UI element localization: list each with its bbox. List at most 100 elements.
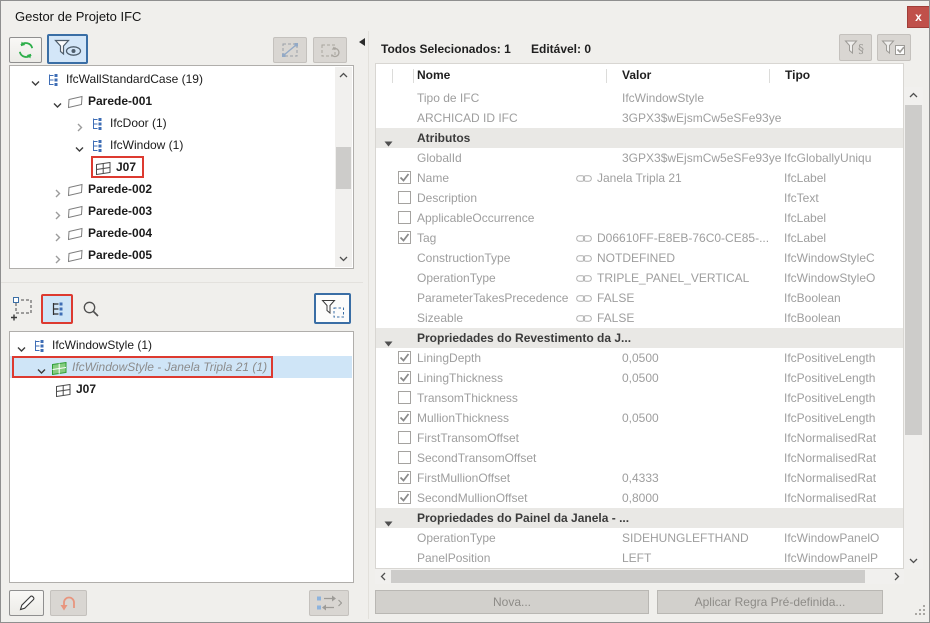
chevron-down-icon[interactable] [36, 362, 47, 374]
new-property-button[interactable]: Nova... [375, 590, 649, 614]
property-name: Sizeable [417, 311, 464, 325]
property-secondmullionoffset[interactable]: SecondMullionOffset 0,8000 IfcNormalisedRa… [376, 488, 903, 508]
property-tag[interactable]: Tag D06610FF-E8EB-76C0-CE85-... IfcLabel [376, 228, 903, 248]
property-name: OperationType [417, 531, 496, 545]
property-secondtransomoffset[interactable]: SecondTransomOffset IfcNormalisedRat [376, 448, 903, 468]
chevron-right-icon[interactable] [74, 118, 85, 132]
checkbox-unchecked[interactable] [398, 451, 411, 464]
chevron-right-icon[interactable] [52, 228, 63, 242]
filter-marquee-button[interactable] [314, 293, 351, 324]
tree-item-parede-002[interactable]: Parede-002 [10, 178, 335, 200]
property-name[interactable]: Name Janela Tripla 21 IfcLabel [376, 168, 903, 188]
property-firsttransomoffset[interactable]: FirstTransomOffset IfcNormalisedRat [376, 428, 903, 448]
tree-item-ifcwindowstyle-1[interactable]: IfcWindowStyle (1) [10, 334, 352, 356]
property-archicad-id-ifc[interactable]: ARCHICAD ID IFC 3GPX3$wEjsmCw5eSFe93ye [376, 108, 903, 128]
chevron-right-icon[interactable] [52, 184, 63, 198]
property-mullionthickness[interactable]: MullionThickness 0,0500 IfcPositiveLength [376, 408, 903, 428]
sync-selection-button[interactable] [309, 590, 349, 616]
checkbox-checked[interactable] [398, 351, 411, 364]
property-liningthickness[interactable]: LiningThickness 0,0500 IfcPositiveLength [376, 368, 903, 388]
scroll-up-button[interactable] [904, 87, 923, 103]
checkbox-unchecked[interactable] [398, 191, 411, 204]
panel-splitter[interactable] [368, 31, 369, 619]
link-marquee-button[interactable] [273, 37, 307, 63]
splitter-collapse-button[interactable] [359, 38, 365, 46]
property-sizeable[interactable]: Sizeable FALSE IfcBoolean [376, 308, 903, 328]
scroll-left-button[interactable] [375, 569, 390, 584]
tree-view-button[interactable] [41, 294, 73, 324]
property-value: Janela Tripla 21 [576, 168, 781, 189]
scroll-up-button[interactable] [335, 67, 352, 83]
property-transomthickness[interactable]: TransomThickness IfcPositiveLength [376, 388, 903, 408]
tree-item-parede-004[interactable]: Parede-004 [10, 222, 335, 244]
undo-button[interactable] [50, 590, 87, 616]
checkbox-unchecked[interactable] [398, 391, 411, 404]
tree-item-parede-001[interactable]: Parede-001 [10, 90, 335, 112]
resize-grip-icon[interactable] [914, 604, 928, 618]
tree-item-ifcwindowstyle-janela-tripla-21-1[interactable]: IfcWindowStyle - Janela Tripla 21 (1) [10, 356, 352, 378]
column-header-valor[interactable]: Valor [622, 68, 651, 82]
chevron-right-icon[interactable] [52, 206, 63, 220]
column-header-nome[interactable]: Nome [417, 68, 450, 82]
checkbox-unchecked[interactable] [398, 431, 411, 444]
filter-checked-button[interactable] [877, 34, 911, 61]
property-name: Description [417, 191, 478, 205]
property-parametertakesprecedence[interactable]: ParameterTakesPrecedence FALSE IfcBoolean [376, 288, 903, 308]
tree-item-j07[interactable]: J07 [10, 156, 335, 178]
properties-horizontal-scrollbar[interactable] [375, 569, 904, 584]
window-icon [56, 382, 71, 404]
filter-visibility-button[interactable] [47, 34, 88, 64]
apply-predefined-rule-button[interactable]: Aplicar Regra Pré-definida... [657, 590, 883, 614]
scroll-right-button[interactable] [889, 569, 904, 584]
sync-button[interactable] [9, 37, 42, 63]
checkbox-unchecked[interactable] [398, 211, 411, 224]
checkbox-checked[interactable] [398, 231, 411, 244]
property-description[interactable]: Description IfcText [376, 188, 903, 208]
properties-vertical-scrollbar[interactable] [904, 87, 923, 569]
filter-properties-button[interactable]: § [839, 34, 872, 61]
chevron-down-icon[interactable] [52, 96, 63, 108]
section-atributos[interactable]: Atributos [376, 128, 903, 148]
section-propriedades-do-painel-da-janela[interactable]: Propriedades do Painel da Janela - ... [376, 508, 903, 528]
edit-button[interactable] [9, 590, 44, 616]
rotate-marquee-button[interactable] [313, 37, 347, 63]
property-globalid[interactable]: GlobalId 3GPX3$wEjsmCw5eSFe93ye IfcGloball… [376, 148, 903, 168]
property-panelposition[interactable]: PanelPosition LEFT IfcWindowPanelP [376, 548, 903, 568]
scroll-down-button[interactable] [335, 251, 352, 267]
property-name: Tag [417, 231, 437, 245]
property-tipo-de-ifc[interactable]: Tipo de IFC IfcWindowStyle [376, 88, 903, 108]
chevron-down-icon[interactable] [74, 140, 85, 152]
property-operationtype[interactable]: OperationType TRIPLE_PANEL_VERTICAL IfcWin… [376, 268, 903, 288]
tree-item-parede-005[interactable]: Parede-005 [10, 244, 335, 266]
property-type: IfcLabel [784, 231, 827, 245]
checkbox-checked[interactable] [398, 171, 411, 184]
chevron-right-icon[interactable] [52, 250, 63, 264]
checkbox-checked[interactable] [398, 491, 411, 504]
property-firstmullionoffset[interactable]: FirstMullionOffset 0,4333 IfcNormalisedRat [376, 468, 903, 488]
chevron-down-icon[interactable] [16, 340, 27, 352]
close-button[interactable]: x [907, 6, 929, 28]
tree-item-j07[interactable]: J07 [10, 378, 352, 400]
add-marquee-button[interactable] [6, 293, 38, 324]
property-applicableoccurrence[interactable]: ApplicableOccurrence IfcLabel [376, 208, 903, 228]
chevron-down-icon[interactable] [30, 74, 41, 86]
property-liningdepth[interactable]: LiningDepth 0,0500 IfcPositiveLength [376, 348, 903, 368]
section-propriedades-do-revestimento-da-j[interactable]: Propriedades do Revestimento da J... [376, 328, 903, 348]
checkbox-checked[interactable] [398, 371, 411, 384]
tree-item-parede-003[interactable]: Parede-003 [10, 200, 335, 222]
tree-item-ifcwallstandardcase-19[interactable]: IfcWallStandardCase (19) [10, 68, 335, 90]
scroll-thumb[interactable] [905, 105, 922, 435]
scroll-down-button[interactable] [904, 553, 923, 569]
tree-scrollbar[interactable] [335, 67, 352, 267]
checkbox-checked[interactable] [398, 471, 411, 484]
checkbox-checked[interactable] [398, 411, 411, 424]
search-button[interactable] [76, 294, 105, 324]
column-header-tipo[interactable]: Tipo [785, 68, 810, 82]
property-operationtype[interactable]: OperationType SIDEHUNGLEFTHAND IfcWindowPa… [376, 528, 903, 548]
scroll-thumb[interactable] [391, 570, 865, 583]
scroll-thumb[interactable] [336, 147, 351, 189]
ifc-element-tree-panel: IfcWallStandardCase (19) Parede-001 IfcDoo… [9, 65, 354, 269]
tree-item-ifcwindow-1[interactable]: IfcWindow (1) [10, 134, 335, 156]
tree-item-ifcdoor-1[interactable]: IfcDoor (1) [10, 112, 335, 134]
property-constructiontype[interactable]: ConstructionType NOTDEFINED IfcWindowStyle… [376, 248, 903, 268]
